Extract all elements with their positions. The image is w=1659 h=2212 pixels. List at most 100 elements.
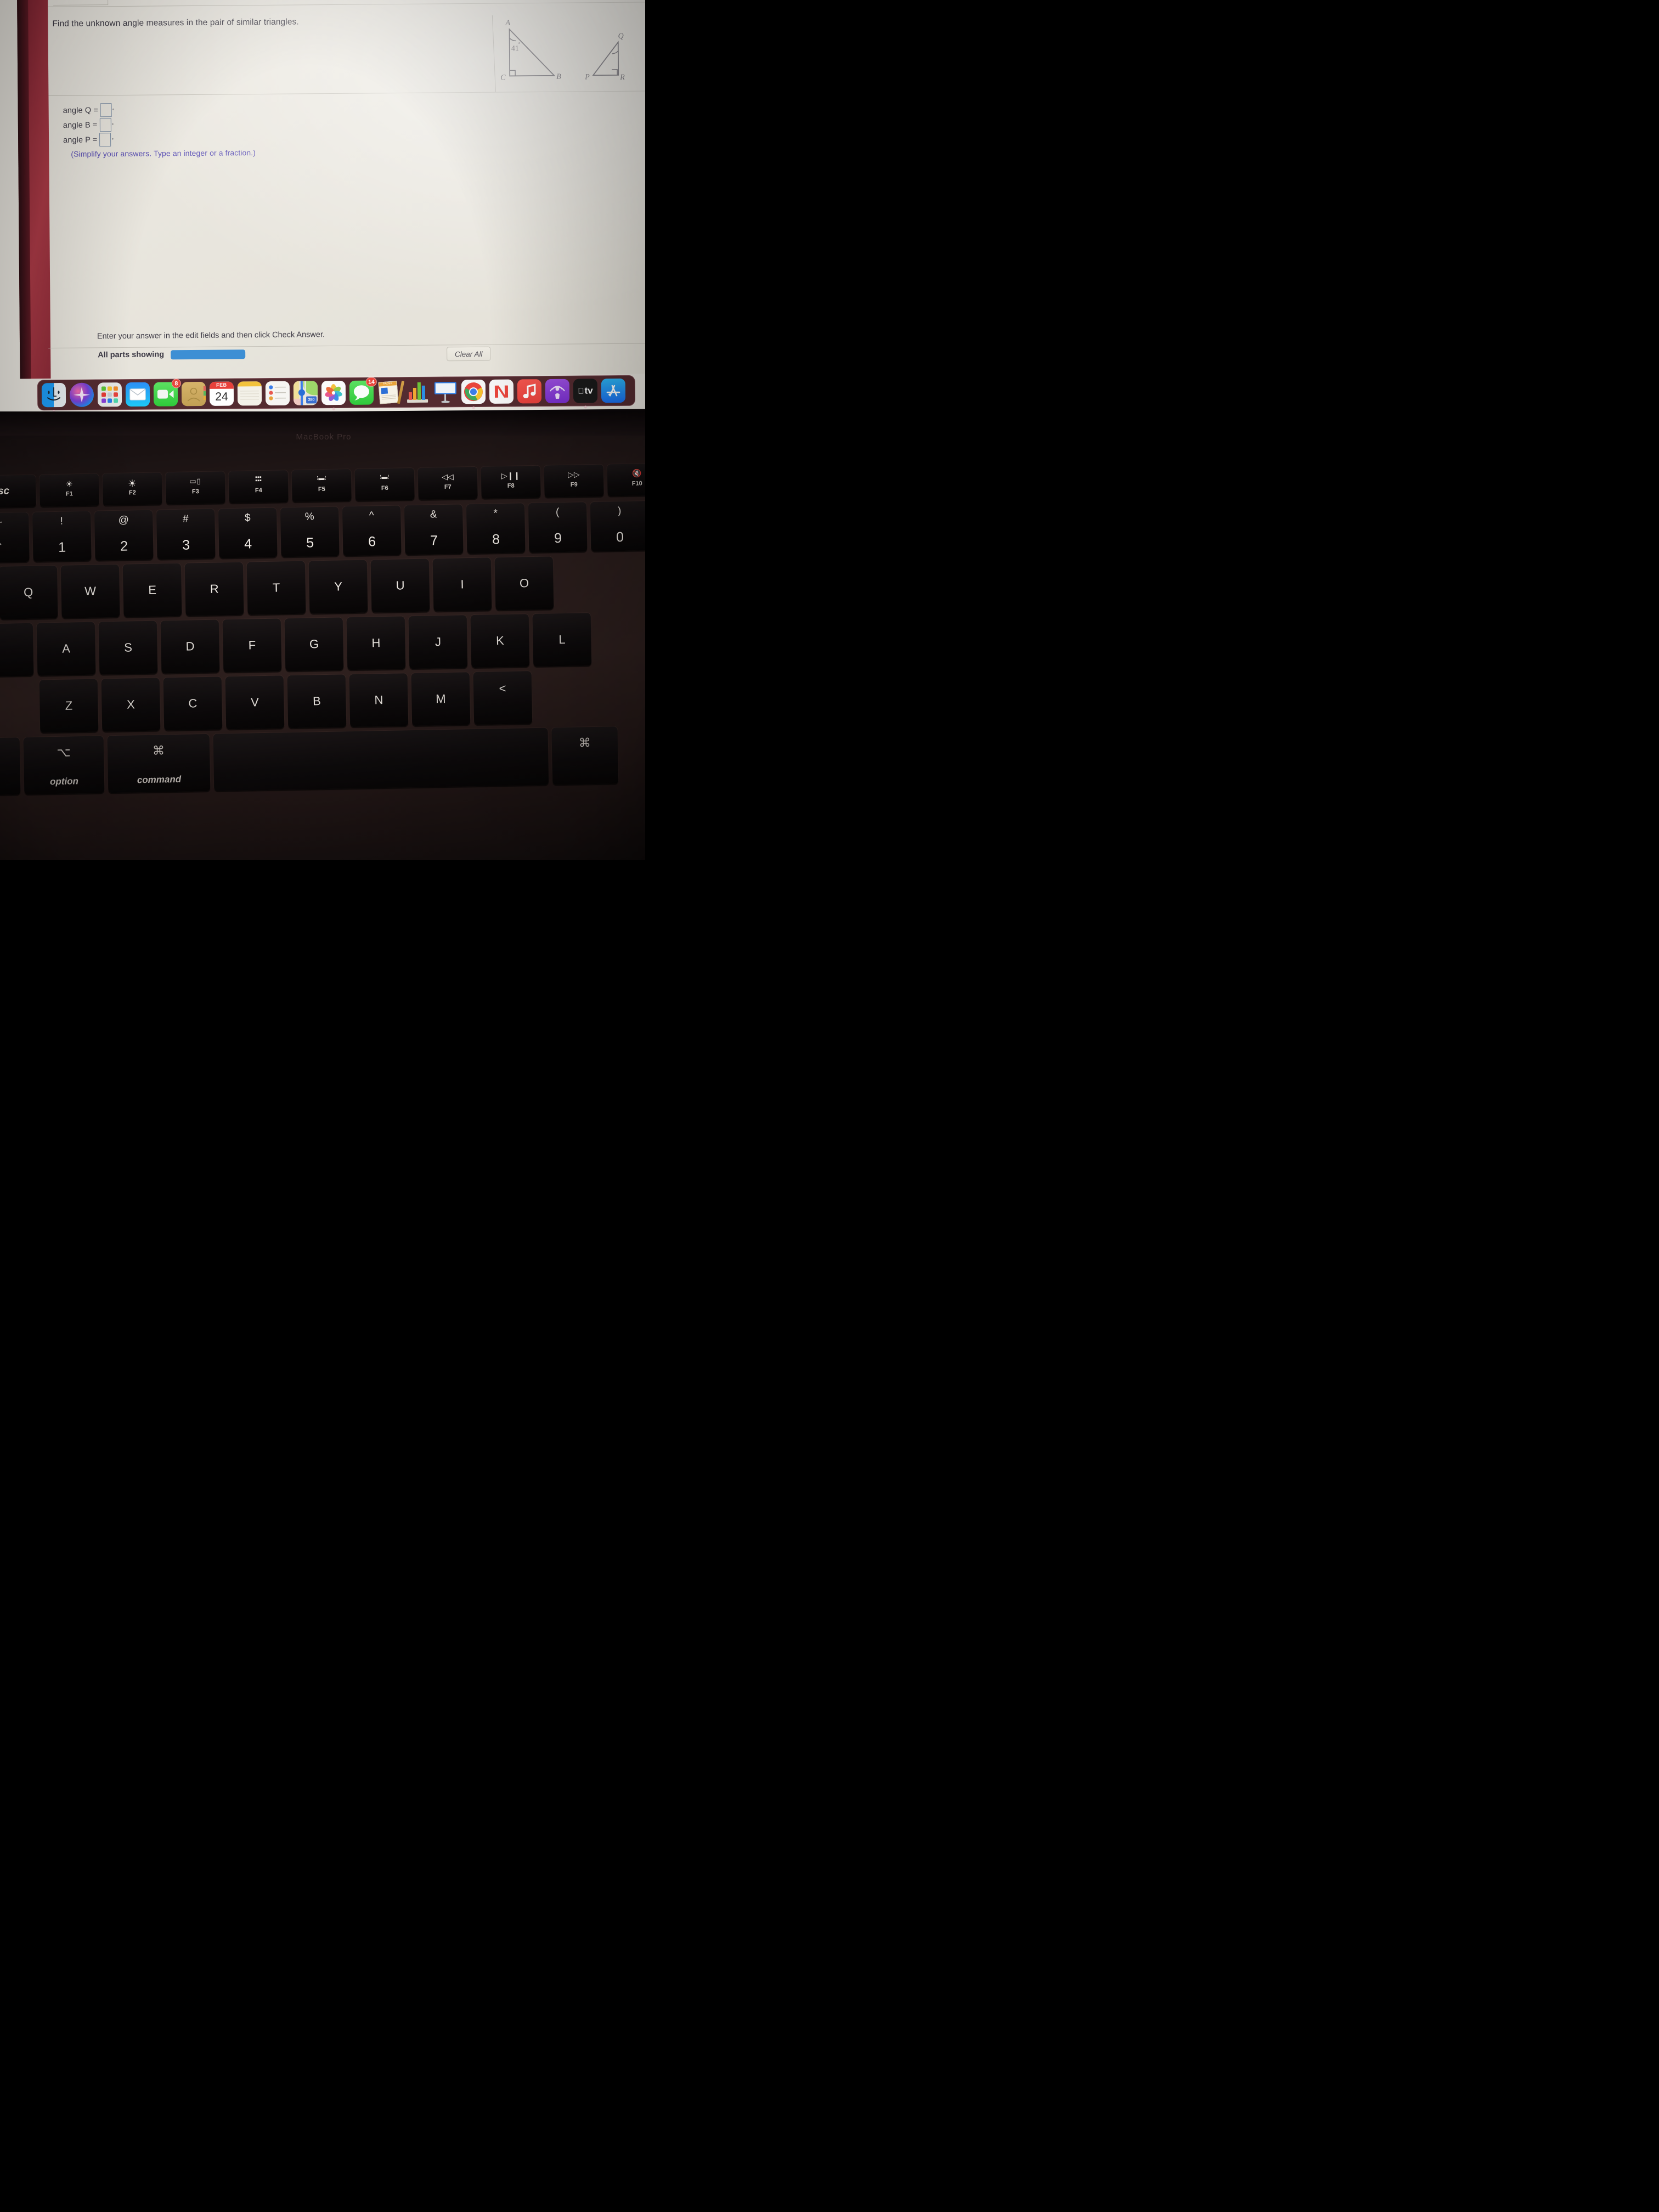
key-4[interactable]: $ 4: [218, 507, 278, 558]
key-backtick-upper: ~: [0, 516, 3, 528]
key-x[interactable]: X: [101, 678, 161, 732]
key-7[interactable]: & 7: [404, 504, 464, 555]
key-j[interactable]: J: [408, 615, 468, 669]
key-h[interactable]: H: [346, 616, 406, 670]
dock-item-contacts[interactable]: [180, 381, 207, 407]
key-4-lower: 4: [244, 536, 252, 552]
key-g[interactable]: G: [284, 617, 344, 672]
key-n[interactable]: N: [349, 673, 409, 727]
bottom-letter-key-row: Z X C V B N M <: [39, 671, 533, 733]
facetime-badge: 8: [171, 379, 181, 388]
dock-item-reminders[interactable]: [264, 380, 291, 407]
key-q[interactable]: Q: [0, 565, 58, 619]
key-w[interactable]: W: [60, 564, 120, 618]
answer-row-q: angle Q = °: [63, 101, 294, 118]
key-3[interactable]: # 3: [156, 509, 216, 560]
key-l-label: L: [558, 632, 566, 647]
key-space[interactable]: [213, 727, 549, 791]
key-o[interactable]: O: [494, 556, 554, 611]
key-f10[interactable]: 🔇 F10: [607, 463, 645, 496]
key-caps-partial[interactable]: [0, 623, 34, 677]
key-8-lower: 8: [492, 532, 500, 548]
key-f6[interactable]: ⁝▬⁝ F6: [354, 467, 415, 501]
degree-symbol-q: °: [112, 107, 115, 113]
key-e[interactable]: E: [122, 563, 182, 617]
key-f1-label: F1: [65, 490, 73, 498]
dock-item-facetime[interactable]: 8: [153, 379, 181, 407]
clear-all-button[interactable]: Clear All: [447, 346, 491, 362]
dock-item-podcasts[interactable]: [544, 378, 571, 404]
key-r[interactable]: R: [184, 562, 244, 616]
key-command-right[interactable]: ⌘: [551, 726, 619, 785]
launchpad-icon: [101, 386, 119, 403]
dock-item-mail[interactable]: [125, 381, 151, 408]
key-command-left[interactable]: ⌘ command: [107, 733, 211, 793]
key-v[interactable]: V: [225, 675, 285, 730]
dock-item-music[interactable]: [516, 378, 543, 404]
key-u[interactable]: U: [370, 558, 430, 613]
dock-item-news[interactable]: [488, 379, 515, 405]
key-i[interactable]: I: [432, 557, 492, 612]
key-y[interactable]: Y: [308, 560, 368, 614]
dock-item-keynote[interactable]: [432, 379, 459, 405]
key-9[interactable]: ( 9: [528, 502, 588, 553]
key-2[interactable]: @ 2: [94, 510, 154, 561]
answer-input-b[interactable]: [99, 118, 111, 132]
dock-item-messages[interactable]: 14: [348, 377, 377, 406]
key-f8[interactable]: ▷❙❙ F8: [481, 465, 541, 499]
key-d-label: D: [185, 639, 195, 653]
dock-item-finder[interactable]: [41, 382, 67, 413]
key-f3[interactable]: ▭▯ F3: [165, 471, 225, 505]
key-5[interactable]: % 5: [280, 506, 340, 557]
key-control[interactable]: ^ control: [0, 737, 21, 796]
key-backtick[interactable]: ~ `: [0, 512, 30, 563]
key-f9[interactable]: ▷▷ F9: [544, 464, 604, 498]
answer-input-p[interactable]: [99, 133, 111, 147]
modifier-key-row: ^ control ⌥ option ⌘ command ⌘: [0, 726, 619, 796]
laptop-screen: 1.2.47 Find the unknown angle measures i…: [0, 0, 645, 414]
key-1[interactable]: ! 1: [32, 511, 92, 562]
key-f1[interactable]: ☀ F1: [39, 473, 99, 507]
tab-divider: [48, 1, 645, 8]
dock-item-launchpad[interactable]: [97, 381, 123, 408]
key-z[interactable]: Z: [39, 679, 99, 733]
key-m[interactable]: M: [411, 672, 471, 726]
key-f4-label: F4: [255, 487, 262, 494]
key-d[interactable]: D: [160, 619, 220, 674]
dock-item-calendar[interactable]: FEB 24: [208, 381, 235, 407]
key-f4[interactable]: ▪▪▪ ▪▪▪ F4: [228, 470, 289, 504]
key-esc[interactable]: esc: [0, 475, 36, 508]
key-k[interactable]: K: [470, 614, 530, 668]
key-f5[interactable]: ⁝▬⁝ F5: [291, 469, 352, 503]
key-6-upper: ^: [369, 510, 374, 522]
key-a[interactable]: A: [36, 622, 96, 676]
dock-item-pages[interactable]: PAGES: [376, 379, 405, 405]
question-tab[interactable]: 1.2.47: [53, 0, 109, 5]
dock-item-chrome[interactable]: [460, 379, 487, 410]
key-1-lower: 1: [58, 539, 66, 555]
dock-item-photos[interactable]: [320, 380, 347, 411]
key-f2[interactable]: ☀ F2: [102, 472, 162, 506]
dock-item-apple-tv[interactable]: tv: [572, 377, 599, 409]
key-8[interactable]: * 8: [466, 503, 526, 554]
key-l[interactable]: L: [532, 613, 592, 667]
key-f7[interactable]: ◁◁ F7: [417, 466, 478, 500]
answer-input-q[interactable]: [100, 103, 112, 117]
key-b[interactable]: B: [287, 674, 347, 729]
messages-icon: [353, 385, 369, 400]
key-f[interactable]: F: [222, 618, 282, 673]
key-t[interactable]: T: [246, 561, 306, 615]
key-c[interactable]: C: [163, 676, 223, 731]
dock-item-numbers[interactable]: [404, 379, 431, 405]
key-comma[interactable]: <: [473, 671, 533, 725]
calendar-month: FEB: [209, 381, 234, 389]
key-s[interactable]: S: [98, 620, 158, 675]
dock-item-siri[interactable]: [69, 382, 95, 408]
dock-item-maps[interactable]: 280: [292, 380, 319, 406]
dock-item-app-store[interactable]: [600, 377, 627, 404]
key-option[interactable]: ⌥ option: [23, 736, 105, 795]
dock-item-notes[interactable]: [236, 380, 263, 407]
key-6[interactable]: ^ 6: [342, 505, 402, 556]
key-0[interactable]: ) 0: [590, 501, 645, 552]
figure-divider: [48, 90, 645, 97]
